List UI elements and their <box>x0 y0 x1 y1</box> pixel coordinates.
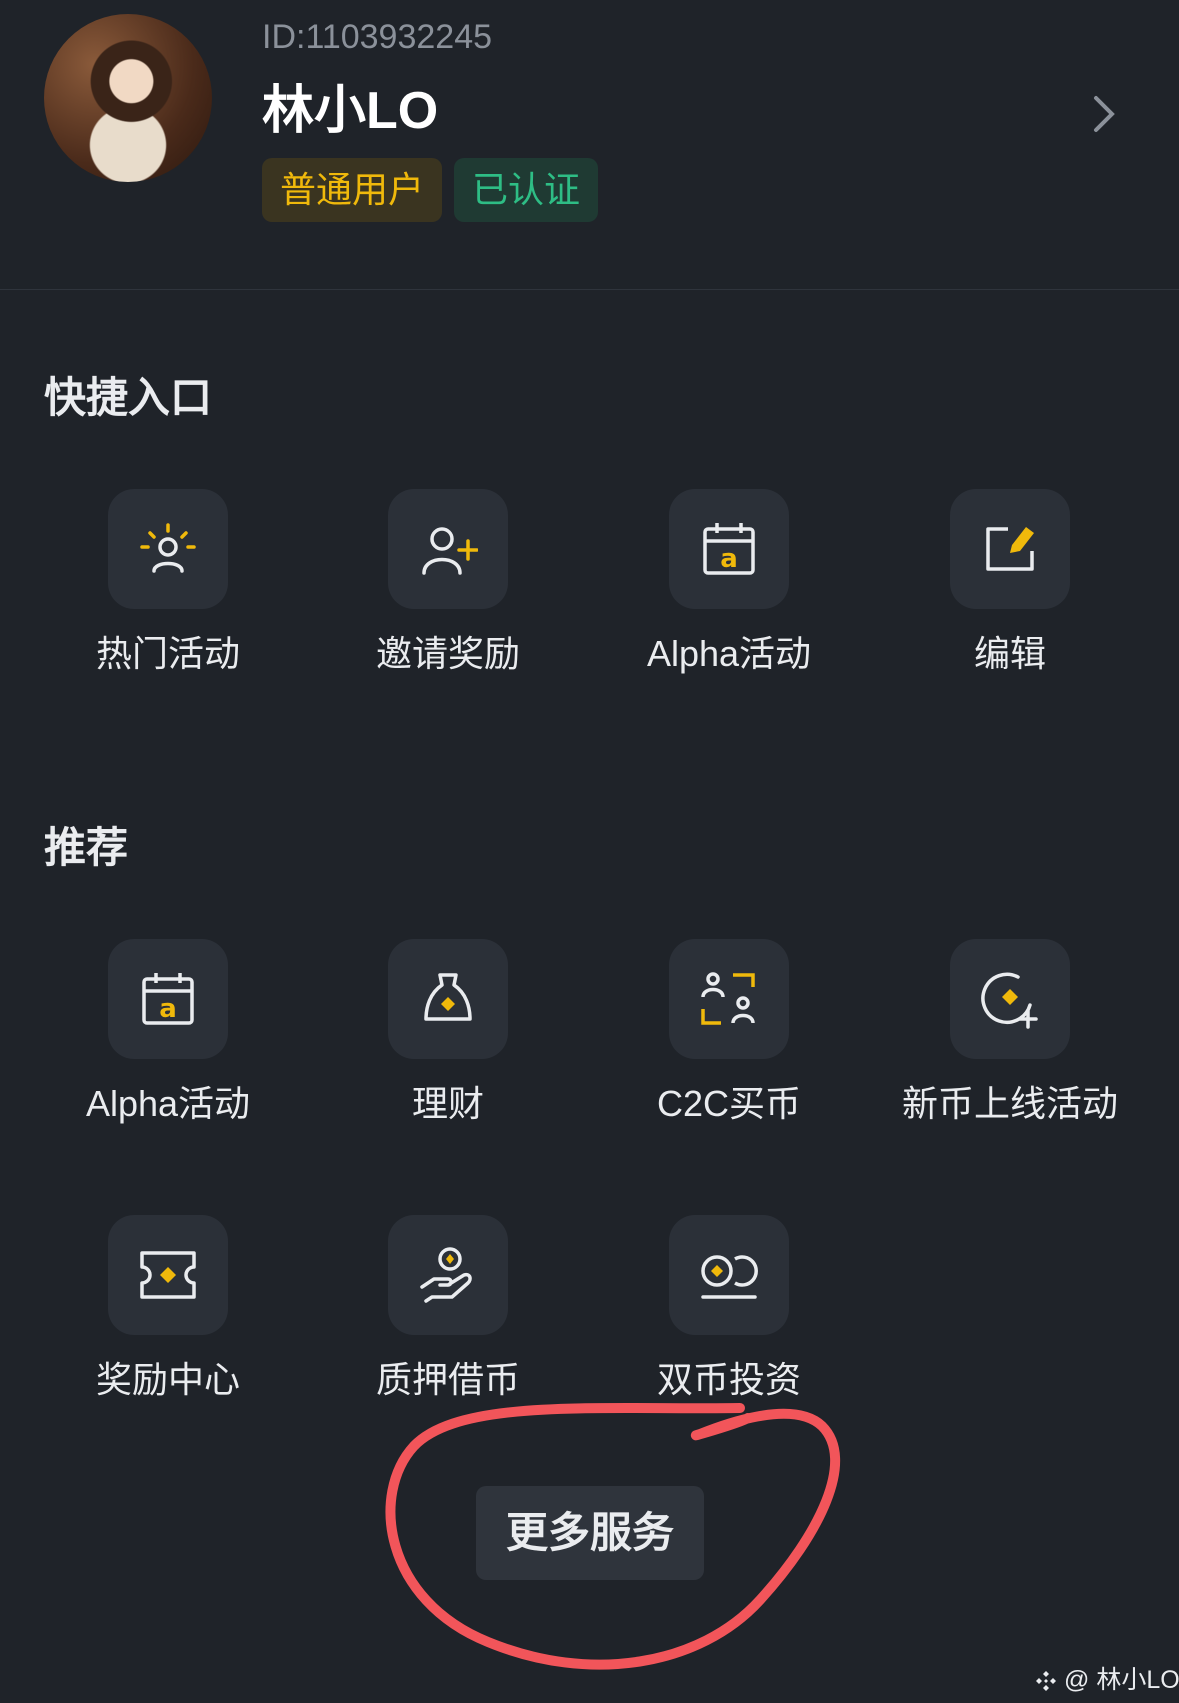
rec-item-label: Alpha活动 <box>85 1083 251 1124</box>
rec-item-loan[interactable]: 质押借币 <box>308 1215 588 1405</box>
divider <box>0 289 1179 290</box>
rec-item-c2c[interactable]: C2C买币 <box>589 939 869 1129</box>
watermark-text: @ 林小LO <box>1064 1666 1179 1694</box>
section-title-quick-access: 快捷入口 <box>44 374 213 421</box>
quick-item-label: Alpha活动 <box>646 633 812 674</box>
verified-badge: 已认证 <box>454 158 599 222</box>
quick-item-hot-activity[interactable]: 热门活动 <box>28 489 308 679</box>
rec-item-label: 理财 <box>411 1083 484 1124</box>
quick-item-alpha[interactable]: a Alpha活动 <box>589 489 869 679</box>
rec-item-new-coin[interactable]: 新币上线活动 <box>870 939 1150 1129</box>
avatar[interactable] <box>44 14 212 182</box>
rec-item-label: 质押借币 <box>375 1359 520 1400</box>
rec-item-label: 新币上线活动 <box>901 1083 1118 1124</box>
section-title-recommended: 推荐 <box>44 824 129 871</box>
user-id: ID:1103932245 <box>262 18 493 56</box>
loan-hand-icon <box>420 1247 472 1303</box>
binance-logo-icon <box>1036 1671 1056 1692</box>
alpha-calendar-icon: a <box>703 523 755 575</box>
ticket-icon <box>140 1251 196 1299</box>
dual-coin-icon <box>701 1255 758 1299</box>
edit-icon <box>986 527 1034 571</box>
rec-item-alpha[interactable]: a Alpha活动 <box>28 939 308 1129</box>
svg-text:a: a <box>720 544 738 574</box>
quick-item-label: 邀请奖励 <box>375 633 520 674</box>
quick-item-label: 热门活动 <box>95 633 240 674</box>
invite-reward-icon <box>422 527 478 575</box>
svg-text:a: a <box>159 994 177 1024</box>
rec-item-dual-investment[interactable]: 双币投资 <box>589 1215 869 1405</box>
rec-item-label: 奖励中心 <box>95 1359 240 1400</box>
money-bag-icon <box>424 973 472 1021</box>
watermark: @ 林小LO <box>1034 1660 1179 1696</box>
alpha-calendar-icon: a <box>142 973 194 1025</box>
rec-item-finance[interactable]: 理财 <box>308 939 588 1129</box>
quick-item-label: 编辑 <box>973 633 1046 674</box>
more-services-button[interactable]: 更多服务 <box>476 1486 704 1580</box>
user-type-badge: 普通用户 <box>262 158 443 222</box>
rec-item-reward-center[interactable]: 奖励中心 <box>28 1215 308 1405</box>
new-coin-icon <box>981 972 1038 1029</box>
quick-item-invite[interactable]: 邀请奖励 <box>308 489 588 679</box>
chevron-right-icon[interactable] <box>1086 94 1122 134</box>
hot-activity-icon <box>140 523 196 573</box>
profile-header[interactable]: ID:1103932245 林小LO 普通用户 已认证 <box>0 0 1179 290</box>
rec-item-label: C2C买币 <box>656 1083 802 1124</box>
user-name: 林小LO <box>262 82 439 140</box>
c2c-users-icon <box>701 972 755 1025</box>
rec-item-label: 双币投资 <box>656 1359 801 1400</box>
quick-item-edit[interactable]: 编辑 <box>870 489 1150 679</box>
